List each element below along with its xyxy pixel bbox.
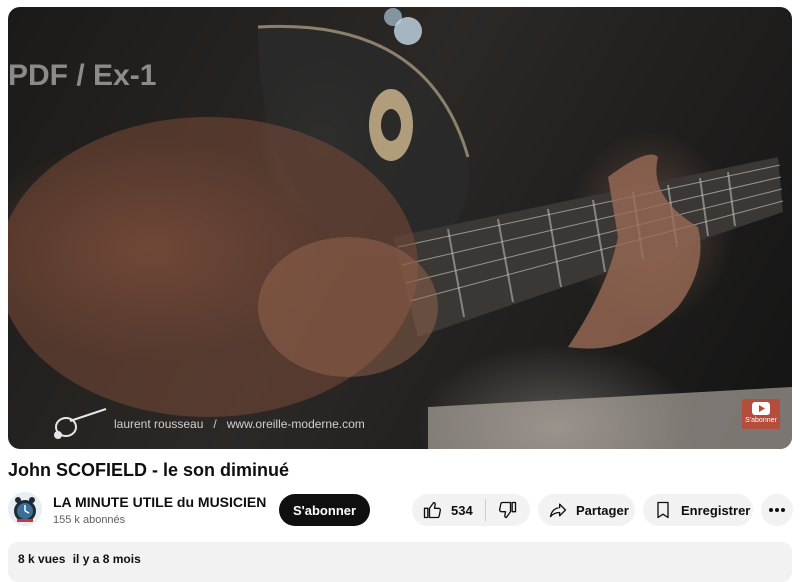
bookmark-icon xyxy=(657,501,669,519)
guitarist-logo-icon xyxy=(54,408,107,439)
channel-avatar[interactable] xyxy=(8,492,42,526)
like-button[interactable]: 534 xyxy=(412,494,485,526)
description-meta: 8 k vues il y a 8 mois xyxy=(18,552,141,566)
play-icon xyxy=(752,402,770,415)
save-label: Enregistrer xyxy=(681,502,751,518)
more-horizontal-icon xyxy=(769,508,785,512)
channel-row: LA MINUTE UTILE du MUSICIEN 155 k abonné… xyxy=(8,492,793,530)
clock-icon xyxy=(8,492,42,526)
subscribe-watermark-badge[interactable]: S'abonner xyxy=(742,399,780,429)
share-button[interactable]: Partager xyxy=(538,494,635,526)
thumbs-down-icon xyxy=(498,501,516,519)
like-dislike-group: 534 xyxy=(412,494,530,526)
more-actions-button[interactable] xyxy=(761,494,793,526)
credit-separator: / xyxy=(213,417,217,431)
view-count: 8 k vues xyxy=(18,552,66,566)
description-box[interactable]: 8 k vues il y a 8 mois xyxy=(8,542,792,582)
channel-name[interactable]: LA MINUTE UTILE du MUSICIEN xyxy=(53,494,266,510)
video-overlay-text: PDF / Ex-1 xyxy=(8,59,157,92)
credit-name: laurent rousseau xyxy=(114,417,204,431)
subscriber-count: 155 k abonnés xyxy=(53,514,126,526)
save-button[interactable]: Enregistrer xyxy=(643,494,753,526)
video-title: John SCOFIELD - le son diminué xyxy=(8,460,290,480)
share-label: Partager xyxy=(576,502,629,518)
like-count: 534 xyxy=(451,502,473,518)
credit-url: www.oreille-moderne.com xyxy=(226,417,365,431)
thumbs-up-icon xyxy=(423,501,441,519)
dislike-button[interactable] xyxy=(486,494,530,526)
subscribe-watermark-label: S'abonner xyxy=(745,417,777,424)
upload-date: il y a 8 mois xyxy=(72,552,141,566)
subscribe-button[interactable]: S'abonner xyxy=(279,494,371,526)
share-arrow-icon xyxy=(549,503,567,518)
video-credit: laurent rousseau / www.oreille-moderne.c… xyxy=(48,407,365,441)
video-player[interactable]: PDF / Ex-1 laurent rousseau / www.oreill… xyxy=(8,7,792,449)
